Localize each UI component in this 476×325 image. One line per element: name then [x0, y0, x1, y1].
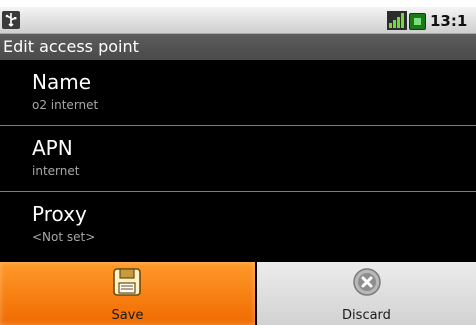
- action-bar: Save Discard: [0, 260, 476, 325]
- list-item-proxy[interactable]: Proxy <Not set>: [0, 192, 476, 256]
- usb-icon: [2, 11, 20, 29]
- list-item-value: o2 internet: [32, 98, 99, 112]
- list-item-value: internet: [32, 164, 80, 178]
- discard-x-icon: [351, 266, 383, 298]
- list-item-apn[interactable]: APN internet: [0, 126, 476, 190]
- title-bar: Edit access point: [0, 34, 476, 60]
- list-item-name[interactable]: Name o2 internet: [0, 60, 476, 124]
- page-title: Edit access point: [3, 37, 139, 56]
- list-item-title: Proxy: [32, 202, 87, 226]
- discard-button[interactable]: Discard: [257, 262, 476, 325]
- list-item-title: Name: [32, 70, 92, 94]
- discard-button-label: Discard: [342, 308, 391, 323]
- list-item-title: APN: [32, 136, 73, 160]
- status-clock: 13:1: [430, 12, 468, 30]
- screen-top-strip: [0, 0, 476, 7]
- settings-list: Name o2 internet APN internet Proxy <Not…: [0, 60, 476, 260]
- save-button-label: Save: [111, 308, 144, 323]
- signal-icon: [387, 11, 407, 30]
- list-item-value: <Not set>: [32, 230, 96, 244]
- save-disk-icon: [111, 266, 143, 298]
- battery-icon: [409, 13, 426, 30]
- save-button[interactable]: Save: [0, 262, 255, 325]
- status-bar: 13:1: [0, 7, 476, 34]
